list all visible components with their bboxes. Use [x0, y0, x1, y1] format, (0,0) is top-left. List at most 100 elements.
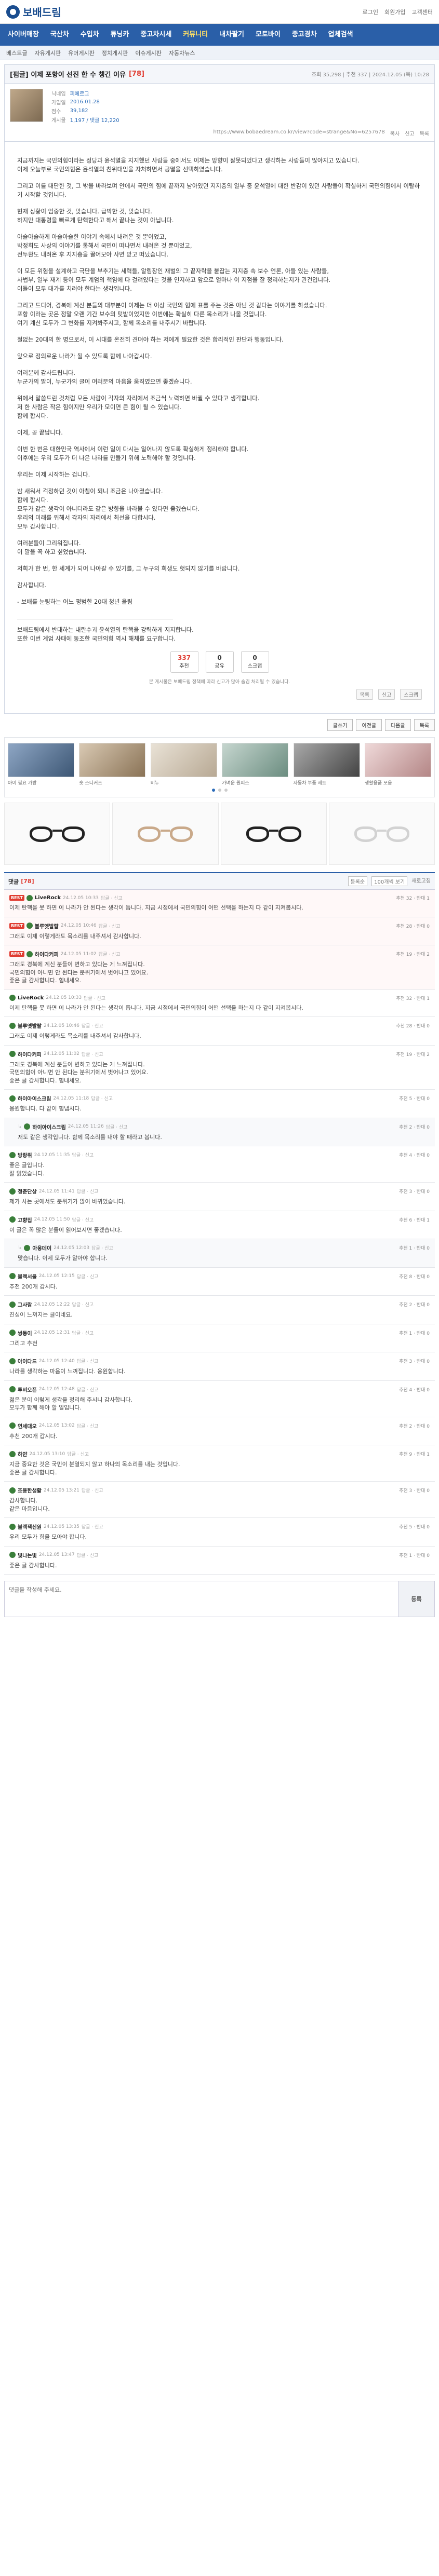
nav-item-community[interactable]: 커뮤니티 — [177, 24, 214, 46]
nav-item[interactable]: 내차팔기 — [214, 24, 250, 46]
write-button[interactable]: 글쓰기 — [327, 719, 353, 731]
comment-votes[interactable]: 추천 4 · 반대 0 — [399, 1386, 430, 1393]
subnav-item[interactable]: 정치게시판 — [102, 49, 128, 57]
subnav-item[interactable]: 베스트글 — [6, 49, 27, 57]
comment-actions[interactable]: 답글 · 신고 — [77, 1386, 99, 1393]
comment-author[interactable]: 블루엣발랄 — [18, 1022, 42, 1029]
login-link[interactable]: 로그인 — [363, 8, 378, 16]
comment-author[interactable]: 블랙잭신원 — [18, 1523, 42, 1530]
comment-author[interactable]: 쌍둥이 — [18, 1329, 32, 1337]
comment-page-size-select[interactable]: 100개씩 보기 — [371, 876, 408, 886]
thumb-item[interactable]: 생활용품 모음 — [364, 743, 431, 785]
comment-votes[interactable]: 추천 32 · 반대 1 — [396, 995, 430, 1001]
support-link[interactable]: 고객센터 — [412, 8, 433, 16]
comment-actions[interactable]: 답글 · 신고 — [72, 1330, 94, 1336]
nav-item[interactable]: 업체검색 — [323, 24, 359, 46]
signup-link[interactable]: 회원가입 — [384, 8, 405, 16]
thumb-item[interactable]: 비누 — [150, 743, 217, 785]
share-button[interactable]: 0 공유 — [205, 651, 234, 673]
comment-votes[interactable]: 추천 8 · 반대 0 — [399, 1273, 430, 1280]
comment-actions[interactable]: 답글 · 신고 — [106, 1123, 128, 1130]
subnav-item[interactable]: 자동차뉴스 — [169, 49, 195, 57]
scrap-button[interactable]: 스크랩 — [400, 689, 422, 700]
nav-item[interactable]: 중고경차 — [286, 24, 323, 46]
pager-dot[interactable] — [224, 789, 228, 792]
list-button[interactable]: 목록 — [420, 129, 429, 137]
comment-votes[interactable]: 추천 5 · 반대 0 — [399, 1523, 430, 1530]
comment-author[interactable]: 빛나는빛 — [18, 1551, 37, 1559]
nav-item[interactable]: 튜닝카 — [105, 24, 135, 46]
prev-post-button[interactable]: 이전글 — [356, 719, 382, 731]
comment-actions[interactable]: 답글 · 신고 — [82, 1051, 103, 1057]
comment-actions[interactable]: 답글 · 신고 — [77, 1188, 99, 1195]
comment-actions[interactable]: 답글 · 신고 — [99, 951, 121, 957]
comment-actions[interactable]: 답글 · 신고 — [99, 923, 121, 929]
comment-author[interactable]: 고향집 — [18, 1216, 32, 1224]
comment-actions[interactable]: 답글 · 신고 — [82, 1523, 103, 1530]
comment-author[interactable]: 블랙서울 — [18, 1272, 37, 1280]
comment-author[interactable]: 연세대오 — [18, 1422, 37, 1430]
report-button[interactable]: 신고 — [378, 689, 395, 700]
comment-votes[interactable]: 추천 3 · 반대 0 — [399, 1188, 430, 1195]
scrap-button[interactable]: 0 스크랩 — [241, 651, 269, 673]
ad-item[interactable] — [4, 803, 111, 865]
thumb-item[interactable]: 아이 필요 가방 — [8, 743, 74, 785]
comment-actions[interactable]: 답글 · 신고 — [67, 1450, 89, 1457]
site-logo[interactable]: 보배드림 — [6, 4, 61, 19]
ad-item[interactable] — [220, 803, 327, 865]
subnav-item[interactable]: 유머게시판 — [68, 49, 95, 57]
comment-actions[interactable]: 답글 · 신고 — [77, 1422, 99, 1429]
list-button[interactable]: 목록 — [414, 719, 435, 731]
thumb-item[interactable]: 자동차 부품 세트 — [293, 743, 360, 785]
comment-author[interactable]: 하얀 — [18, 1450, 27, 1458]
subnav-item[interactable]: 이슈게시판 — [135, 49, 162, 57]
nav-item[interactable]: 국산차 — [45, 24, 75, 46]
comment-votes[interactable]: 추천 19 · 반대 2 — [396, 1051, 430, 1057]
comment-author[interactable]: 청춘단상 — [18, 1187, 37, 1195]
ad-item[interactable] — [328, 803, 435, 865]
comment-author[interactable]: 하이아이스크림 — [32, 1123, 65, 1131]
post-url[interactable]: https://www.bobaedream.co.kr/view?code=s… — [213, 129, 384, 137]
comment-sort-select[interactable]: 등록순 — [348, 876, 368, 886]
comment-votes[interactable]: 추천 28 · 반대 0 — [396, 1022, 430, 1029]
comment-actions[interactable]: 답글 · 신고 — [72, 1216, 94, 1223]
comment-author[interactable]: 투비오픈 — [18, 1386, 37, 1393]
comment-input[interactable] — [5, 1581, 398, 1617]
comment-actions[interactable]: 답글 · 신고 — [77, 1358, 99, 1364]
comment-votes[interactable]: 추천 2 · 반대 0 — [399, 1301, 430, 1308]
next-post-button[interactable]: 다음글 — [384, 719, 411, 731]
nav-item[interactable]: 수입차 — [75, 24, 105, 46]
comment-actions[interactable]: 답글 · 신고 — [77, 1552, 99, 1558]
comment-submit-button[interactable]: 등록 — [398, 1581, 434, 1617]
nav-item[interactable]: 사이버매장 — [2, 24, 45, 46]
comment-author[interactable]: 그사람 — [18, 1300, 32, 1308]
comment-votes[interactable]: 추천 9 · 반대 1 — [399, 1450, 430, 1457]
comment-author[interactable]: 조용한생활 — [18, 1486, 42, 1494]
comment-votes[interactable]: 추천 6 · 반대 1 — [399, 1216, 430, 1223]
list-button[interactable]: 목록 — [356, 689, 373, 700]
pager-dot[interactable] — [211, 789, 215, 792]
comment-refresh-button[interactable]: 새로고침 — [411, 876, 431, 886]
subnav-item[interactable]: 자유게시판 — [34, 49, 61, 57]
comment-votes[interactable]: 추천 2 · 반대 0 — [399, 1422, 430, 1429]
comment-actions[interactable]: 답글 · 신고 — [91, 1244, 113, 1251]
comment-votes[interactable]: 추천 32 · 반대 1 — [396, 894, 430, 901]
comment-actions[interactable]: 답글 · 신고 — [77, 1273, 99, 1280]
comment-author[interactable]: LiveRock — [35, 895, 61, 901]
comment-votes[interactable]: 추천 19 · 반대 2 — [396, 951, 430, 957]
report-button[interactable]: 신고 — [405, 129, 414, 137]
comment-votes[interactable]: 추천 3 · 반대 0 — [399, 1358, 430, 1364]
comment-author[interactable]: 하이아이스크림 — [18, 1094, 51, 1102]
comment-votes[interactable]: 추천 1 · 반대 0 — [399, 1552, 430, 1558]
author-nick[interactable]: 피에르그 — [68, 89, 122, 98]
comment-votes[interactable]: 추천 1 · 반대 0 — [399, 1330, 430, 1336]
comment-actions[interactable]: 답글 · 신고 — [84, 995, 105, 1001]
post-comment-count[interactable]: [78] — [129, 70, 144, 78]
comment-author[interactable]: 방랑쥐 — [18, 1151, 32, 1159]
nav-item[interactable]: 중고차시세 — [135, 24, 177, 46]
comment-actions[interactable]: 답글 · 신고 — [72, 1301, 94, 1308]
comment-author[interactable]: 아이다드 — [18, 1357, 37, 1365]
nav-item[interactable]: 모토바이 — [250, 24, 286, 46]
comment-votes[interactable]: 추천 4 · 반대 0 — [399, 1151, 430, 1158]
comment-author[interactable]: 하이다커피 — [35, 950, 59, 958]
